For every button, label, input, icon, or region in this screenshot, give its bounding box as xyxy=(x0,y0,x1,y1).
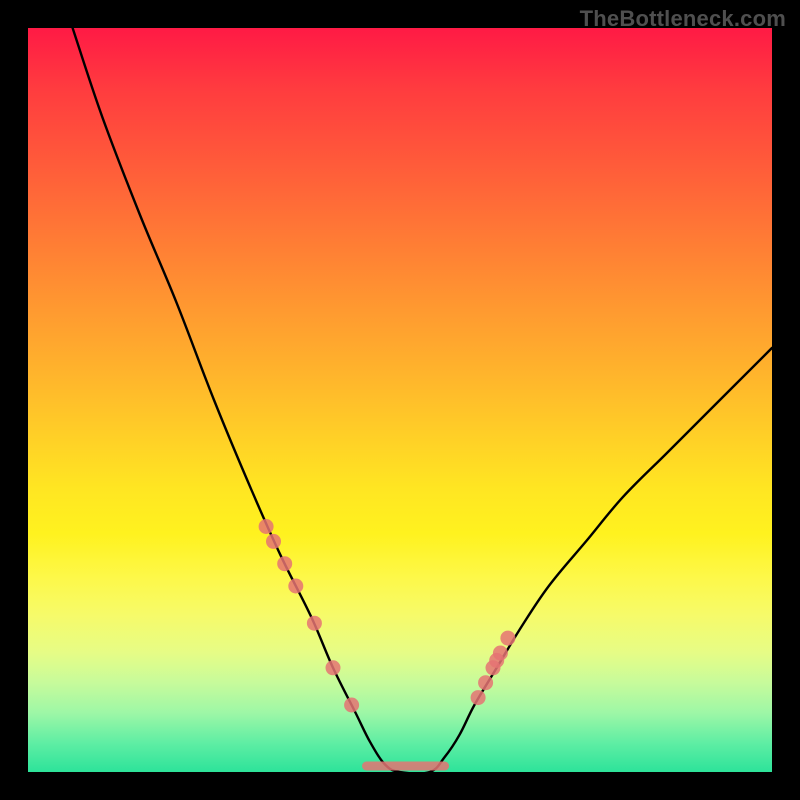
highlight-marker xyxy=(471,690,486,705)
plot-area xyxy=(28,28,772,772)
highlight-marker xyxy=(500,631,515,646)
highlight-marker xyxy=(478,675,493,690)
highlight-markers xyxy=(259,519,516,713)
curve-svg xyxy=(28,28,772,772)
highlight-marker xyxy=(326,660,341,675)
highlight-marker xyxy=(344,698,359,713)
highlight-marker xyxy=(493,646,508,661)
highlight-marker xyxy=(259,519,274,534)
highlight-marker xyxy=(307,616,322,631)
highlight-marker xyxy=(288,579,303,594)
chart-stage: TheBottleneck.com xyxy=(0,0,800,800)
highlight-marker xyxy=(266,534,281,549)
highlight-marker xyxy=(277,556,292,571)
bottleneck-curve xyxy=(73,28,772,772)
